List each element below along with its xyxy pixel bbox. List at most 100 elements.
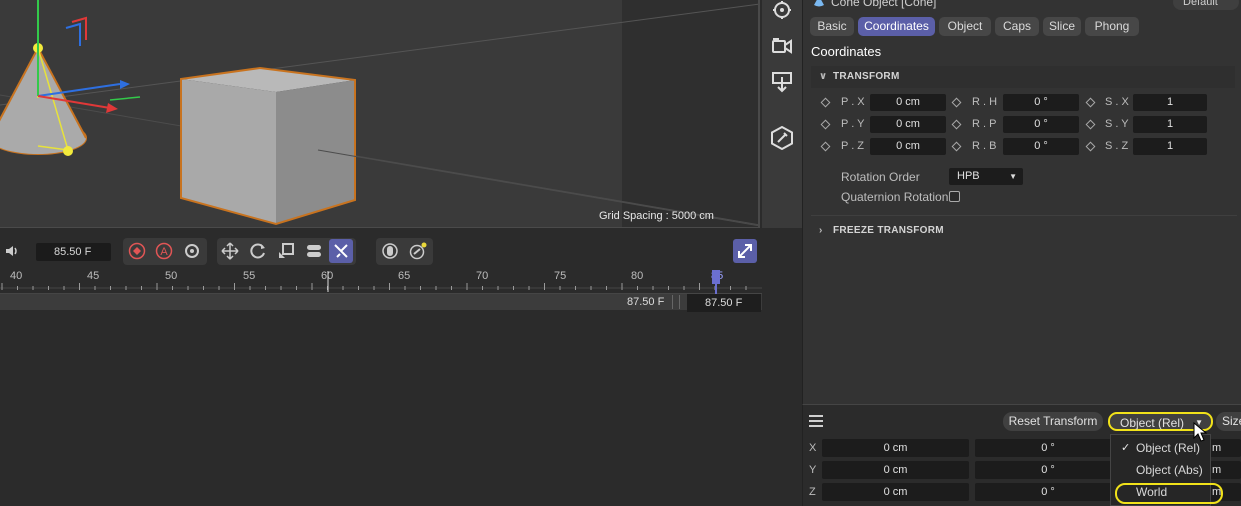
rot-p-label: R . P	[972, 118, 997, 130]
scale-z-label: S . Z	[1105, 140, 1129, 152]
chevron-right-icon: ›	[819, 225, 823, 236]
rot-h-field[interactable]: 0 °	[1003, 94, 1079, 111]
dropdown-option-label: Object (Rel)	[1136, 441, 1201, 455]
tab-coordinates[interactable]: Coordinates	[858, 17, 935, 36]
timeline-expand-icon[interactable]	[733, 239, 757, 263]
camera-icon[interactable]	[768, 32, 796, 60]
tab-basic[interactable]: Basic	[810, 17, 854, 36]
keyframe-settings-icon[interactable]	[180, 239, 204, 263]
keyframe-diamond-icon[interactable]	[820, 97, 831, 108]
end-frame-field[interactable]: 87.50 F	[687, 294, 761, 312]
ruler-ticks	[0, 270, 762, 294]
reset-transform-button[interactable]: Reset Transform	[1003, 412, 1103, 431]
coord-pos-y-field[interactable]: 0 cm	[822, 461, 969, 479]
render-settings-icon[interactable]	[768, 0, 796, 24]
axis-x-label: X	[809, 442, 817, 454]
record-active-icon[interactable]	[125, 239, 149, 263]
viewport-scene	[0, 0, 760, 227]
coord-rot-h-field[interactable]: 0 °	[975, 439, 1121, 457]
coord-rot-b-field[interactable]: 0 °	[975, 483, 1121, 501]
keyframe-diamond-icon[interactable]	[1085, 141, 1096, 152]
edit-pen-icon[interactable]	[768, 124, 796, 152]
pos-x-field[interactable]: 0 cm	[870, 94, 946, 111]
menu-icon[interactable]	[809, 415, 823, 430]
scale-z-field[interactable]: 1	[1133, 138, 1207, 155]
section-title: Coordinates	[811, 44, 882, 59]
cone-icon	[814, 0, 824, 7]
scale-x-field[interactable]: 1	[1133, 94, 1207, 111]
attribute-manager: Cone Object [Cone] Default Basic Coordin…	[802, 0, 1241, 404]
freeze-group-label: FREEZE TRANSFORM	[833, 225, 944, 236]
keyframe-diamond-icon[interactable]	[1085, 97, 1096, 108]
object-title-text: Cone Object [Cone]	[831, 0, 937, 9]
sound-icon[interactable]	[0, 239, 24, 263]
keyframe-diamond-icon[interactable]	[820, 119, 831, 130]
chevron-down-icon: ▼	[1009, 172, 1017, 181]
3d-viewport[interactable]: Grid Spacing : 5000 cm	[0, 0, 760, 228]
keyframe-diamond-icon[interactable]	[951, 119, 962, 130]
scale-key-icon[interactable]	[274, 239, 298, 263]
divider	[811, 215, 1237, 216]
rot-p-field[interactable]: 0 °	[1003, 116, 1079, 133]
freeze-group-header[interactable]: › FREEZE TRANSFORM	[811, 220, 1235, 242]
axis-z-label: Z	[809, 486, 816, 498]
motion-clip-icon[interactable]	[406, 239, 430, 263]
floor-download-icon[interactable]	[768, 68, 796, 96]
check-icon: ✓	[1121, 442, 1131, 454]
axis-y-label: Y	[809, 464, 817, 476]
mode-selector[interactable]: Default	[1173, 0, 1239, 10]
keyframe-diamond-icon[interactable]	[820, 141, 831, 152]
svg-text:A: A	[160, 246, 168, 258]
cone-object[interactable]	[0, 43, 87, 156]
pos-y-label: P . Y	[841, 118, 865, 130]
keyframe-diamond-icon[interactable]	[951, 141, 962, 152]
coord-rot-p-field[interactable]: 0 °	[975, 461, 1121, 479]
dropdown-option-object-abs[interactable]: Object (Abs)	[1111, 459, 1210, 481]
rotation-order-value: HPB	[957, 170, 980, 182]
pos-y-field[interactable]: 0 cm	[870, 116, 946, 133]
tab-caps[interactable]: Caps	[995, 17, 1039, 36]
grid-spacing-readout: Grid Spacing : 5000 cm	[599, 210, 714, 222]
tab-slice[interactable]: Slice	[1043, 17, 1081, 36]
size-mode-select[interactable]: Size	[1216, 412, 1241, 431]
param-key-icon[interactable]	[302, 239, 326, 263]
timeline-toolbar: 85.50 F A	[0, 236, 762, 268]
cube-object[interactable]	[180, 66, 760, 227]
rotate-key-icon[interactable]	[246, 239, 270, 263]
range-end-label: 87.50 F	[627, 296, 665, 308]
mouse-record-icon[interactable]	[378, 239, 402, 263]
rot-b-label: R . B	[972, 140, 997, 152]
pos-z-field[interactable]: 0 cm	[870, 138, 946, 155]
scale-x-label: S . X	[1105, 96, 1129, 108]
pos-x-label: P . X	[841, 96, 865, 108]
vertical-toolbar	[762, 0, 802, 228]
pla-key-icon[interactable]	[329, 239, 353, 263]
quaternion-label: Quaternion Rotation	[841, 190, 949, 204]
autokey-icon[interactable]: A	[152, 239, 176, 263]
coord-pos-z-field[interactable]: 0 cm	[822, 483, 969, 501]
coordinate-mode-value: Object (Rel)	[1120, 416, 1185, 430]
rotation-order-select[interactable]: HPB ▼	[949, 168, 1023, 185]
quaternion-checkbox[interactable]	[949, 191, 960, 202]
mouse-cursor-icon	[1193, 422, 1207, 442]
tab-object[interactable]: Object	[939, 17, 991, 36]
scale-y-field[interactable]: 1	[1133, 116, 1207, 133]
keyframe-diamond-icon[interactable]	[951, 97, 962, 108]
rot-h-label: R . H	[972, 96, 998, 108]
keyframe-diamond-icon[interactable]	[1085, 119, 1096, 130]
rotation-order-label: Rotation Order	[841, 170, 920, 184]
transform-group-label: TRANSFORM	[833, 71, 900, 82]
scale-y-label: S . Y	[1105, 118, 1129, 130]
current-frame-field[interactable]: 85.50 F	[36, 243, 111, 261]
transform-group-header[interactable]: ∨ TRANSFORM	[811, 66, 1235, 88]
highlight-ring	[1115, 483, 1223, 504]
object-title: Cone Object [Cone]	[813, 0, 936, 9]
move-key-icon[interactable]	[218, 239, 242, 263]
coord-pos-x-field[interactable]: 0 cm	[822, 439, 969, 457]
chevron-down-icon: ∨	[819, 71, 828, 82]
timeline-ruler[interactable]: 40 45 50 55 60 65 70 75 80 85	[0, 268, 762, 294]
tab-phong[interactable]: Phong	[1085, 17, 1139, 36]
rot-b-field[interactable]: 0 °	[1003, 138, 1079, 155]
pos-z-label: P . Z	[841, 140, 865, 152]
range-handle[interactable]	[672, 295, 680, 309]
